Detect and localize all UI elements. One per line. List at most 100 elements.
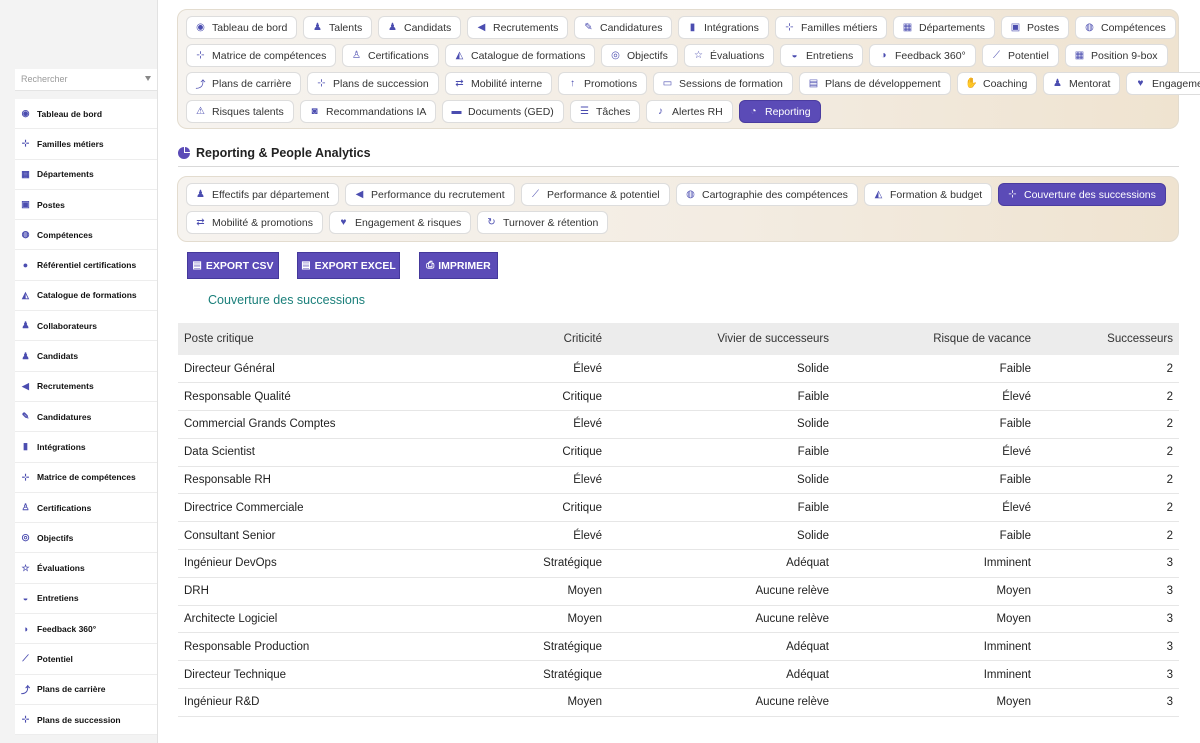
table-row[interactable]: Directeur Général Élevé Solide Faible 2 [178,355,1179,384]
sidebar-item-familles-metiers[interactable]: ⊹ Familles métiers [15,129,157,160]
sidebar-item-recrutements[interactable]: ◀ Recrutements [15,372,157,402]
nav-tab-candidats[interactable]: ♟ Candidats [378,16,462,39]
export-csv-button[interactable]: ▤ EXPORT CSV [187,252,279,279]
nav-tab-departements[interactable]: ▦ Départements [893,16,995,39]
nav-tab-label: Candidats [404,21,452,34]
table-row[interactable]: Responsable RH Élevé Solide Faible 2 [178,466,1179,495]
nav-tab-coaching[interactable]: ✋ Coaching [957,72,1038,95]
nav-tab-alertes-rh[interactable]: ♪ Alertes RH [646,100,733,123]
sidebar-item-plans-de-carriere[interactable]: ⤴ Plans de carrière [15,675,157,705]
sidebar-item-referentiel-certifications[interactable]: ● Référentiel certifications [15,250,157,281]
table-row[interactable]: Data Scientist Critique Faible Élevé 2 [178,438,1179,467]
sidebar-item-postes[interactable]: ▣ Postes [15,190,157,221]
report-tab-formation-budget[interactable]: ◭ Formation & budget [864,183,993,206]
nav-tab-matrice-de-competences[interactable]: ⊹ Matrice de compétences [186,44,337,67]
report-tab-effectifs-par-departement[interactable]: ♟ Effectifs par département [186,183,340,206]
report-tab-mobilite-promotions[interactable]: ⇄ Mobilité & promotions [186,211,323,234]
col-successeurs[interactable]: Successeurs [1037,323,1179,355]
export-excel-button[interactable]: ▤ EXPORT EXCEL [297,252,400,279]
nav-tab-competences[interactable]: ◍ Compétences [1075,16,1176,39]
sidebar-item-evaluations[interactable]: ☆ Évaluations [15,553,157,584]
nav-tab-reporting[interactable]: ◔ Reporting [739,100,821,123]
nav-tab-integrations[interactable]: ▮ Intégrations [678,16,769,39]
sidebar-search-select[interactable]: Rechercher [15,69,157,91]
sidebar-item-certifications[interactable]: ♙ Certifications [15,493,157,524]
table-row[interactable]: DRH Moyen Aucune relève Moyen 3 [178,577,1179,606]
sidebar-item-matrice-de-competences[interactable]: ⊹ Matrice de compétences [15,463,157,493]
table-row[interactable]: Responsable Production Stratégique Adéquat… [178,632,1179,662]
col-risque[interactable]: Risque de vacance [835,323,1037,355]
export-excel-label: EXPORT EXCEL [314,259,396,272]
table-row[interactable]: Ingénieur DevOps Stratégique Adéquat Immine… [178,549,1179,578]
sidebar-item-objectifs[interactable]: ◎ Objectifs [15,523,157,554]
warning-icon: ⚠ [196,106,205,117]
print-button[interactable]: ⎙ IMPRIMER [419,252,498,279]
sidebar-item-competences[interactable]: ◍ Compétences [15,220,157,251]
nav-tab-familles-metiers[interactable]: ⊹ Familles métiers [775,16,888,39]
table-row[interactable]: Architecte Logiciel Moyen Aucune relève Moy… [178,605,1179,634]
sidebar-item-integrations[interactable]: ▮ Intégrations [15,432,157,463]
chalkboard-icon: ▭ [662,78,673,89]
table-cell-successeurs: 3 [1037,549,1179,578]
nav-tab-engagement[interactable]: ♥ Engagement [1126,72,1200,95]
nav-tab-mentorat[interactable]: ♟ Mentorat [1043,72,1121,95]
nav-tab-mobilite-interne[interactable]: ⇄ Mobilité interne [445,72,553,95]
table-row[interactable]: Responsable Qualité Critique Faible Élevé 2 [178,382,1179,412]
nav-tab-plans-de-developpement[interactable]: ▤ Plans de développement [799,72,951,95]
nav-tab-plans-de-succession[interactable]: ⊹ Plans de succession [307,72,439,95]
nav-tab-taches[interactable]: ☰ Tâches [570,100,641,123]
nav-tab-certifications[interactable]: ♙ Certifications [342,44,439,67]
nav-tab-postes[interactable]: ▣ Postes [1001,16,1070,39]
nav-tab-potentiel[interactable]: ⟋ Potentiel [982,44,1059,67]
table-cell-poste-critique: Responsable Qualité [178,382,458,412]
col-vivier[interactable]: Vivier de successeurs [608,323,835,355]
col-poste-critique[interactable]: Poste critique [178,323,458,355]
report-tab-turnover-retention[interactable]: ↻ Turnover & rétention [477,211,609,234]
nav-tab-sessions-de-formation[interactable]: ▭ Sessions de formation [653,72,793,95]
report-tab-couverture-des-successions[interactable]: ⊹ Couverture des successions [998,183,1166,206]
table-row[interactable]: Ingénieur R&D Moyen Aucune relève Moyen 3 [178,688,1179,717]
table-row[interactable]: Consultant Senior Élevé Solide Faible 2 [178,521,1179,551]
sidebar-item-entretiens[interactable]: ◒ Entretiens [15,584,157,615]
nav-tab-evaluations[interactable]: ☆ Évaluations [684,44,775,67]
report-tab-performance-du-recrutement[interactable]: ◀ Performance du recrutement [345,183,515,206]
sidebar-item-plans-de-succession[interactable]: ⊹ Plans de succession [15,705,157,736]
nav-tab-risques-talents[interactable]: ⚠ Risques talents [186,100,294,123]
nav-tab-entretiens[interactable]: ◒ Entretiens [780,44,864,67]
sidebar-item-label: Candidatures [37,411,92,422]
col-criticite[interactable]: Criticité [458,323,608,355]
nav-tab-label: Candidatures [600,21,663,34]
nav-tab-recommandations-ia[interactable]: ◙ Recommandations IA [300,100,437,123]
nav-tab-feedback-360[interactable]: ◑ Feedback 360° [869,44,976,67]
nav-tab-plans-de-carriere[interactable]: ⤴ Plans de carrière [186,72,302,95]
table-cell-criticite: Élevé [458,521,608,551]
report-tab-performance-potentiel[interactable]: ⟋ Performance & potentiel [521,183,670,206]
sidebar-item-collaborateurs[interactable]: ♟ Collaborateurs [15,311,157,342]
nav-tab-catalogue-de-formations[interactable]: ◭ Catalogue de formations [445,44,596,67]
nav-tab-talents[interactable]: ♟ Talents [303,16,373,39]
nav-tab-documents-ged[interactable]: ▬ Documents (GED) [442,100,564,123]
sidebar-item-label: Intégrations [37,441,86,452]
report-tab-engagement-risques[interactable]: ♥ Engagement & risques [329,211,472,234]
succession-table: Poste critique Criticité Vivier de succe… [178,323,1179,717]
report-tab-cartographie-des-competences[interactable]: ◍ Cartographie des compétences [676,183,858,206]
nav-tab-objectifs[interactable]: ◎ Objectifs [601,44,678,67]
sidebar-item-potentiel[interactable]: ⟋ Potentiel [15,644,157,675]
nav-tab-candidatures[interactable]: ✎ Candidatures [574,16,673,39]
door-open-icon: ▮ [689,22,696,33]
sidebar-item-candidats[interactable]: ♟ Candidats [15,341,157,372]
sitemap-icon: ⊹ [1008,189,1017,200]
sidebar-item-catalogue-de-formations[interactable]: ◭ Catalogue de formations [15,281,157,312]
table-row[interactable]: Commercial Grands Comptes Élevé Solide Faib… [178,410,1179,439]
sidebar-item-tableau-de-bord[interactable]: ◉ Tableau de bord [15,99,157,130]
table-row[interactable]: Directeur Technique Stratégique Adéquat Imm… [178,660,1179,690]
nav-tab-recrutements[interactable]: ◀ Recrutements [467,16,569,39]
table-row[interactable]: Directrice Commerciale Critique Faible Élev… [178,493,1179,523]
sidebar-item-feedback-360[interactable]: ◑ Feedback 360° [15,614,157,645]
sidebar-item-departements[interactable]: ▦ Départements [15,160,157,190]
sidebar-item-candidatures[interactable]: ✎ Candidatures [15,402,157,433]
nav-tab-tableau-de-bord[interactable]: ◉ Tableau de bord [186,16,298,39]
nav-tab-promotions[interactable]: ↑ Promotions [558,72,648,95]
nav-tab-position-9-box[interactable]: ▦ Position 9-box [1065,44,1168,67]
table-cell-risque-de-vacance: Imminent [835,632,1037,662]
